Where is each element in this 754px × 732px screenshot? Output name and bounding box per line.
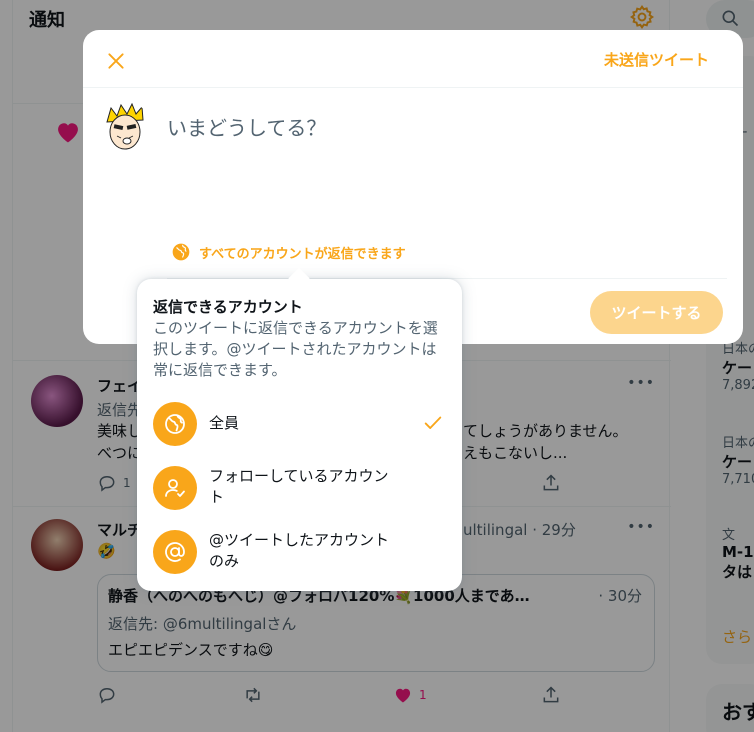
option-icon-wrapper [153,402,197,446]
reply-option-mentioned[interactable]: @ツイートしたアカウントのみ [137,522,462,582]
reply-setting-label: すべてのアカウントが返信できます [199,246,406,262]
close-button[interactable] [99,44,133,78]
modal-header: 未送信ツイート [83,30,743,88]
at-icon [165,542,185,562]
reply-option-following[interactable]: フォローしているアカウント [137,458,462,518]
option-label: 全員 [209,414,240,432]
option-icon-wrapper [153,530,197,574]
close-icon [108,53,124,69]
reply-option-everyone[interactable]: 全員 [137,394,462,454]
avatar[interactable] [101,102,151,152]
globe-icon [165,414,185,434]
globe-icon [172,243,190,261]
option-label: @ツイートしたアカウントのみ [209,531,390,570]
option-icon-wrapper [153,466,197,510]
dropdown-description: このツイートに返信できるアカウントを選択します。@ツイートされたアカウントは常に… [153,319,438,379]
reply-permission-dropdown: 返信できるアカウント このツイートに返信できるアカウントを選択します。@ツイート… [137,267,462,591]
reply-setting-button[interactable]: すべてのアカウントが返信できます [171,241,406,263]
tweet-submit-button[interactable]: ツイートする [590,291,723,334]
dropdown-title: 返信できるアカウント [153,298,303,316]
user-check-icon [165,479,185,497]
checkmark-icon [424,416,442,429]
option-label: フォローしているアカウント [209,467,389,506]
tweet-compose-input[interactable] [167,112,707,232]
drafts-button[interactable]: 未送信ツイート [604,49,709,70]
avatar-illustration [101,102,151,152]
